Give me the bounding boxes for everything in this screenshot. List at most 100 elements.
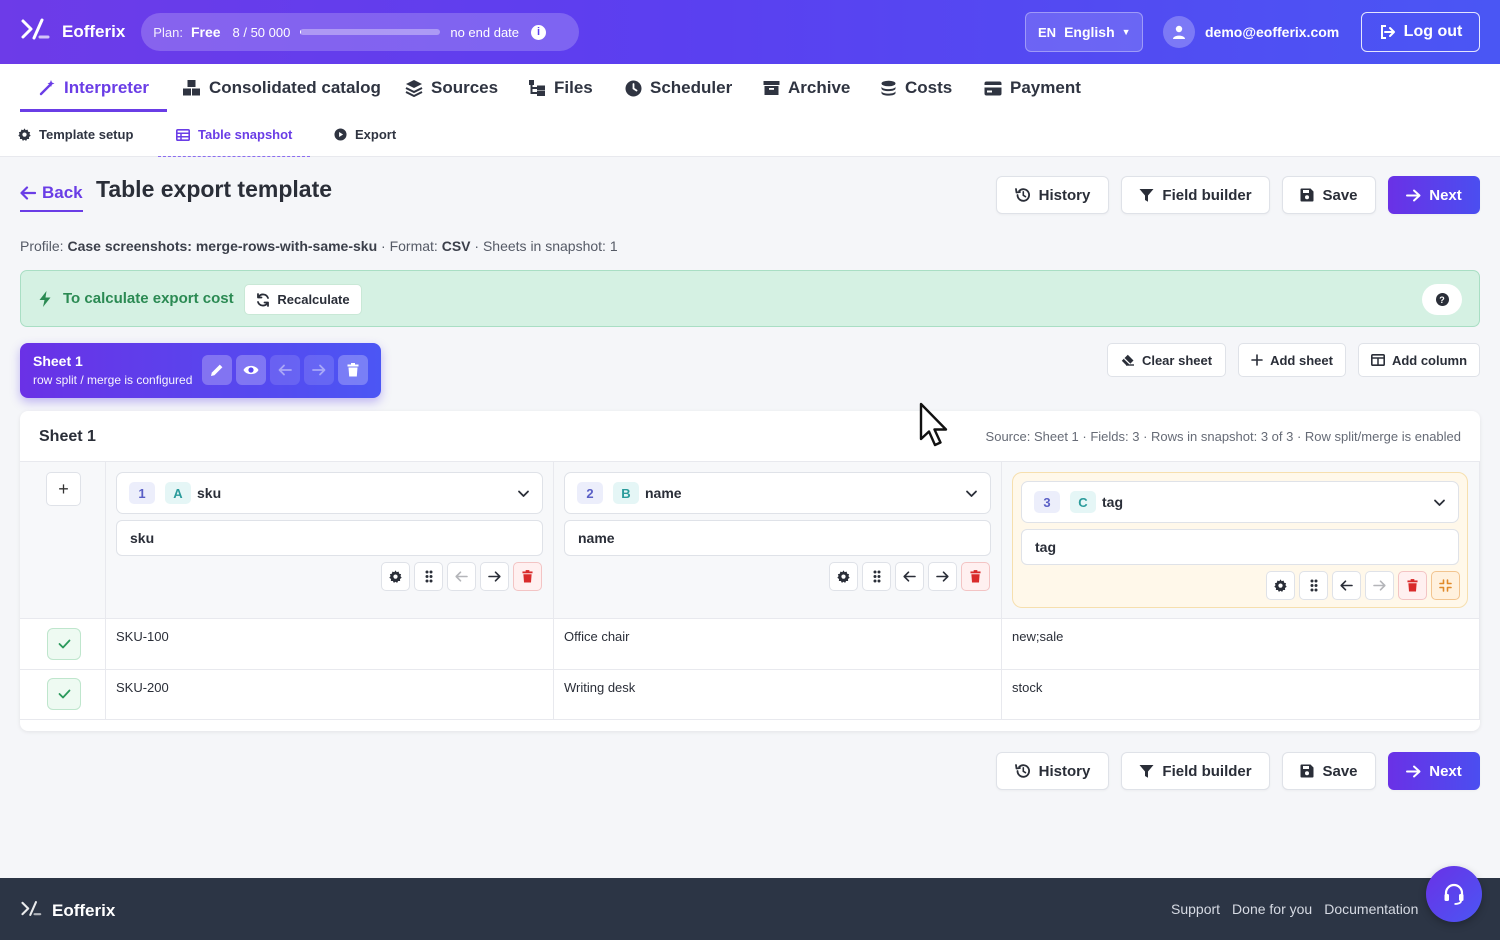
recalculate-button[interactable]: Recalculate <box>244 284 362 315</box>
sheets-count: Sheets in snapshot: 1 <box>482 238 618 254</box>
nav-interpreter[interactable]: Interpreter <box>19 64 168 112</box>
arrow-right-icon <box>1373 580 1386 591</box>
footer-link-documentation[interactable]: Documentation <box>1324 901 1418 917</box>
archive-box-icon <box>763 81 780 95</box>
column-header-input[interactable]: tag <box>1021 529 1459 565</box>
nav-costs[interactable]: Costs <box>880 64 952 112</box>
user-icon <box>1173 25 1185 39</box>
footer-link-done-for-you[interactable]: Done for you <box>1232 901 1312 917</box>
chevron-down-icon <box>518 490 529 497</box>
move-column-left-button[interactable] <box>1332 571 1361 600</box>
column-field-select[interactable]: 3 C tag <box>1021 481 1459 523</box>
add-sheet-button[interactable]: Add sheet <box>1238 343 1346 377</box>
tab-table-snapshot[interactable]: Table snapshot <box>157 112 311 157</box>
sheet-tab[interactable]: Sheet 1 row split / merge is configured <box>20 343 381 398</box>
info-icon[interactable]: i <box>531 24 547 40</box>
user-menu[interactable]: demo@eofferix.com <box>1163 16 1339 48</box>
next-button[interactable]: Next <box>1388 176 1480 214</box>
arrow-right-icon <box>488 571 501 582</box>
view-sheet-button[interactable] <box>236 355 266 385</box>
trash-icon <box>1407 579 1418 592</box>
move-sheet-right-button[interactable] <box>304 355 334 385</box>
column-settings-button[interactable] <box>1266 571 1295 600</box>
column-field-select[interactable]: 2 B name <box>564 472 991 514</box>
edit-sheet-button[interactable] <box>202 355 232 385</box>
plan-usage: Plan: Free 8 / 50 000 no end date i <box>141 13 580 51</box>
move-column-right-button[interactable] <box>1365 571 1394 600</box>
nav-consolidated-catalog[interactable]: Consolidated catalog <box>182 64 381 112</box>
support-chat-button[interactable] <box>1426 866 1482 922</box>
nav-payment[interactable]: Payment <box>984 64 1081 112</box>
row-checkbox[interactable] <box>47 628 81 660</box>
arrow-left-icon <box>903 571 916 582</box>
language-name: English <box>1064 24 1115 40</box>
merge-compress-icon <box>1439 579 1452 592</box>
delete-column-button[interactable] <box>513 562 542 591</box>
save-button[interactable]: Save <box>1282 176 1376 214</box>
delete-column-button[interactable] <box>1398 571 1427 600</box>
move-column-right-button[interactable] <box>928 562 957 591</box>
avatar <box>1163 16 1195 48</box>
nav-scheduler[interactable]: Scheduler <box>625 64 732 112</box>
column-field-name: sku <box>197 485 222 501</box>
field-builder-button[interactable]: Field builder <box>1121 752 1270 790</box>
move-sheet-left-button[interactable] <box>270 355 300 385</box>
logout-button[interactable]: Log out <box>1361 12 1480 52</box>
insert-column-button[interactable]: + <box>46 472 81 506</box>
arrow-right-icon <box>1406 765 1421 777</box>
column-number: 2 <box>577 482 603 504</box>
tab-export[interactable]: Export <box>334 112 396 157</box>
eraser-icon <box>1121 354 1134 366</box>
brand[interactable]: Eofferix <box>20 17 125 47</box>
drag-handle-icon <box>1310 579 1317 592</box>
column-drag-handle[interactable] <box>862 562 891 591</box>
move-column-right-button[interactable] <box>480 562 509 591</box>
column-header-input[interactable]: name <box>564 520 991 556</box>
column-drag-handle[interactable] <box>414 562 443 591</box>
help-button[interactable]: ? <box>1422 284 1462 315</box>
back-link[interactable]: Back <box>20 178 83 212</box>
play-circle-icon <box>334 128 347 141</box>
main-nav: Interpreter Consolidated catalog Sources… <box>0 64 1500 112</box>
save-button[interactable]: Save <box>1282 752 1376 790</box>
bottom-actions: History Field builder Save Next <box>996 752 1480 790</box>
column-settings-button[interactable] <box>829 562 858 591</box>
tab-template-setup[interactable]: Template setup <box>18 112 133 157</box>
delete-column-button[interactable] <box>961 562 990 591</box>
coins-icon <box>881 80 896 96</box>
field-builder-button[interactable]: Field builder <box>1121 176 1270 214</box>
history-button[interactable]: History <box>996 752 1109 790</box>
folder-tree-icon <box>529 80 545 96</box>
drag-handle-icon <box>873 570 880 583</box>
format-value: CSV <box>441 238 471 254</box>
row-checkbox[interactable] <box>47 678 81 710</box>
move-column-left-button[interactable] <box>447 562 476 591</box>
table-icon <box>176 128 190 141</box>
clear-sheet-button[interactable]: Clear sheet <box>1107 343 1226 377</box>
nav-files[interactable]: Files <box>528 64 593 112</box>
add-column-button[interactable]: Add column <box>1358 343 1480 377</box>
footer-brand[interactable]: Eofferix <box>20 900 115 922</box>
footer-link-support[interactable]: Support <box>1171 901 1220 917</box>
magic-wand-icon <box>39 80 55 96</box>
arrow-left-icon <box>1340 580 1353 591</box>
column-settings-button[interactable] <box>381 562 410 591</box>
merge-rows-button[interactable] <box>1431 571 1460 600</box>
column-drag-handle[interactable] <box>1299 571 1328 600</box>
arrow-left-icon <box>20 186 36 200</box>
nav-sources[interactable]: Sources <box>405 64 498 112</box>
column-header-input[interactable]: sku <box>116 520 543 556</box>
next-button[interactable]: Next <box>1388 752 1480 790</box>
eye-icon <box>243 365 259 375</box>
column-field-name: tag <box>1102 494 1123 510</box>
delete-sheet-button[interactable] <box>338 355 368 385</box>
nav-archive[interactable]: Archive <box>763 64 850 112</box>
footer-links: Support Done for you Documentation <box>1171 901 1418 917</box>
column-field-select[interactable]: 1 A sku <box>116 472 543 514</box>
language-select[interactable]: EN English ▼ <box>1025 12 1143 52</box>
export-cost-banner: To calculate export cost Recalculate ? <box>20 270 1480 327</box>
column-tools <box>1266 571 1460 600</box>
history-button[interactable]: History <box>996 176 1109 214</box>
lightning-icon <box>39 291 51 307</box>
move-column-left-button[interactable] <box>895 562 924 591</box>
